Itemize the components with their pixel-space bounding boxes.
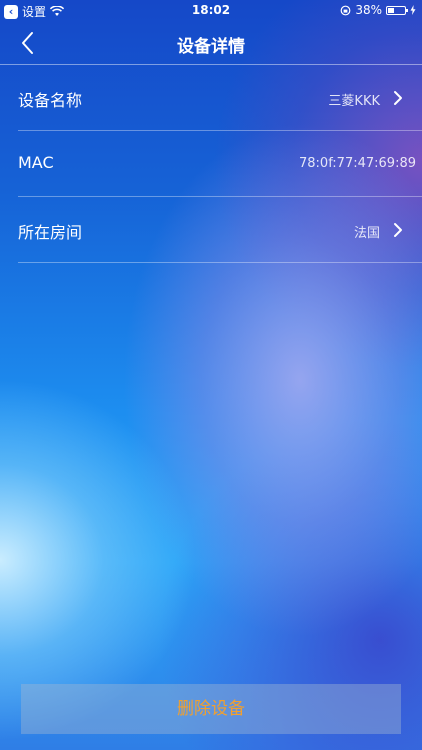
row-value: 三菱KKK — [328, 94, 380, 109]
device-detail-list: 设备名称 三菱KKK MAC 78:0f:77:47:69:89 所在房间 法国 — [0, 65, 422, 263]
row-room[interactable]: 所在房间 法国 — [0, 197, 422, 263]
charging-bolt-icon — [410, 5, 416, 15]
navigation-bar: 设备详情 — [0, 22, 422, 65]
battery-icon — [386, 5, 408, 15]
battery-level-fill — [388, 7, 394, 13]
chevron-right-icon — [394, 91, 402, 105]
battery-percent: 38% — [355, 3, 382, 17]
row-mac: MAC 78:0f:77:47:69:89 — [0, 131, 422, 197]
orientation-lock-icon — [340, 5, 351, 15]
row-label: MAC — [18, 153, 54, 172]
page-title: 设备详情 — [177, 37, 245, 57]
row-value: 法国 — [353, 226, 380, 241]
row-value: 78:0f:77:47:69:89 — [299, 156, 416, 171]
delete-device-button[interactable]: 删除设备 — [21, 684, 401, 734]
row-label: 所在房间 — [18, 223, 83, 242]
row-device-name[interactable]: 设备名称 三菱KKK — [0, 65, 422, 131]
status-bar: ‹ 设置 18:02 38% — [0, 0, 422, 22]
chevron-right-icon — [394, 223, 402, 237]
status-right-group: 38% — [340, 3, 416, 17]
row-label: 设备名称 — [18, 91, 83, 110]
